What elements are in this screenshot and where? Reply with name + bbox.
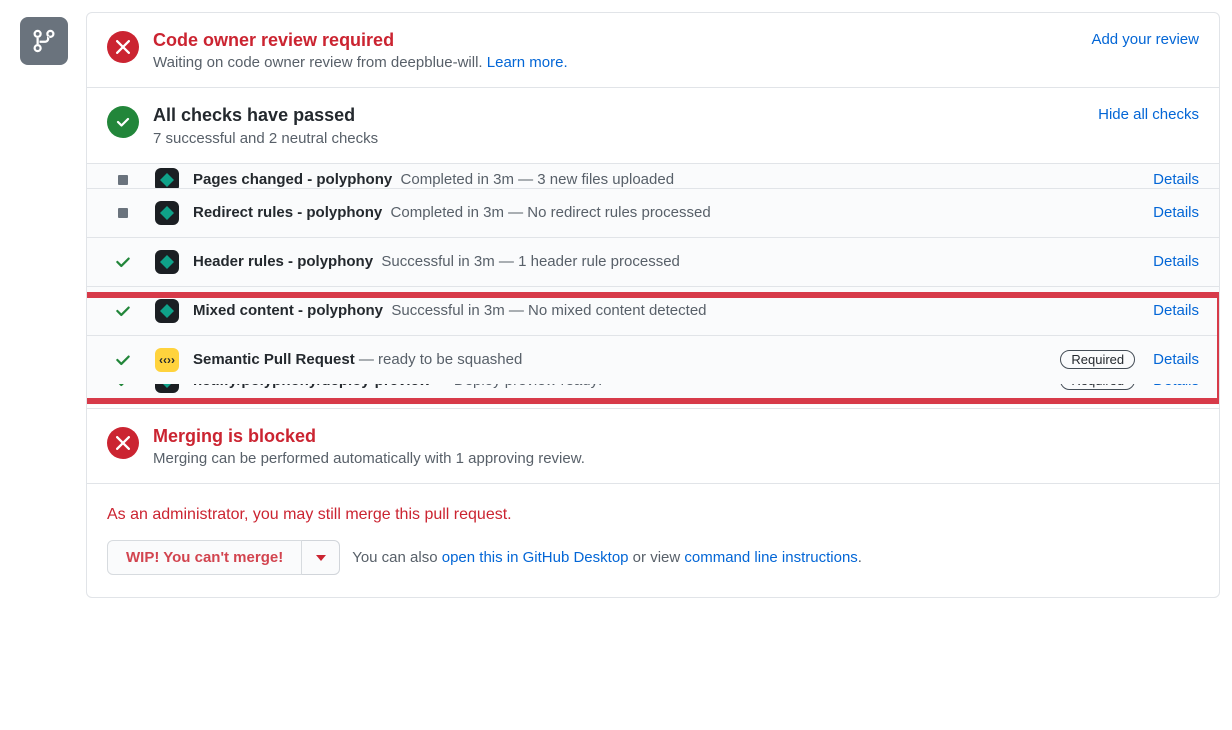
required-badge: Required xyxy=(1060,350,1135,369)
review-required-section: Add your review Code owner review requir… xyxy=(87,13,1219,88)
hide-checks-link[interactable]: Hide all checks xyxy=(1098,106,1199,123)
merge-dropdown-button[interactable] xyxy=(302,540,340,575)
check-row: Pages changed - polyphony Completed in 3… xyxy=(87,164,1219,188)
check-row-highlighted: ‹‹›› Semantic Pull Request — ready to be… xyxy=(87,335,1219,384)
check-row: Header rules - polyphony Successful in 3… xyxy=(87,237,1219,286)
check-icon xyxy=(107,106,139,138)
app-avatar-icon: ‹‹›› xyxy=(155,348,179,372)
admin-note: As an administrator, you may still merge… xyxy=(107,506,1199,524)
details-link[interactable]: Details xyxy=(1153,384,1199,390)
merge-section: As an administrator, you may still merge… xyxy=(87,484,1219,597)
app-avatar-icon xyxy=(155,250,179,274)
details-link[interactable]: Details xyxy=(1153,253,1199,270)
review-subtitle: Waiting on code owner review from deepbl… xyxy=(153,54,568,71)
app-avatar-icon xyxy=(155,299,179,323)
success-status-icon xyxy=(111,302,135,320)
success-status-icon xyxy=(111,384,135,390)
git-branch-icon xyxy=(20,17,68,65)
merge-panel: Add your review Code owner review requir… xyxy=(86,12,1220,598)
check-row: Redirect rules - polyphony Completed in … xyxy=(87,188,1219,237)
neutral-status-icon xyxy=(111,175,135,185)
app-avatar-icon xyxy=(155,384,179,393)
merge-button[interactable]: WIP! You can't merge! xyxy=(107,540,302,575)
checks-list: Pages changed - polyphony Completed in 3… xyxy=(87,164,1219,409)
neutral-status-icon xyxy=(111,208,135,218)
success-status-icon xyxy=(111,253,135,271)
required-badge: Required xyxy=(1060,384,1135,391)
check-row: netlify/polyphony/deploy-preview — Deplo… xyxy=(87,384,1219,405)
blocked-title: Merging is blocked xyxy=(153,425,585,448)
review-title: Code owner review required xyxy=(153,29,568,52)
x-icon xyxy=(107,31,139,63)
checks-header-section: Hide all checks All checks have passed 7… xyxy=(87,88,1219,163)
check-row: Mixed content - polyphony Successful in … xyxy=(87,286,1219,335)
success-status-icon xyxy=(111,351,135,369)
open-desktop-link[interactable]: open this in GitHub Desktop xyxy=(442,549,629,566)
app-avatar-icon xyxy=(155,201,179,225)
cli-instructions-link[interactable]: command line instructions xyxy=(684,549,857,566)
details-link[interactable]: Details xyxy=(1153,171,1199,188)
checks-subtitle: 7 successful and 2 neutral checks xyxy=(153,130,378,147)
blocked-subtitle: Merging can be performed automatically w… xyxy=(153,450,585,467)
checks-title: All checks have passed xyxy=(153,104,378,127)
caret-down-icon xyxy=(316,555,326,561)
details-link[interactable]: Details xyxy=(1153,302,1199,319)
add-review-link[interactable]: Add your review xyxy=(1091,31,1199,48)
details-link[interactable]: Details xyxy=(1153,204,1199,221)
x-icon xyxy=(107,427,139,459)
merging-blocked-section: Merging is blocked Merging can be perfor… xyxy=(87,409,1219,484)
app-avatar-icon xyxy=(155,168,179,188)
learn-more-link[interactable]: Learn more. xyxy=(487,54,568,71)
details-link[interactable]: Details xyxy=(1153,351,1199,368)
